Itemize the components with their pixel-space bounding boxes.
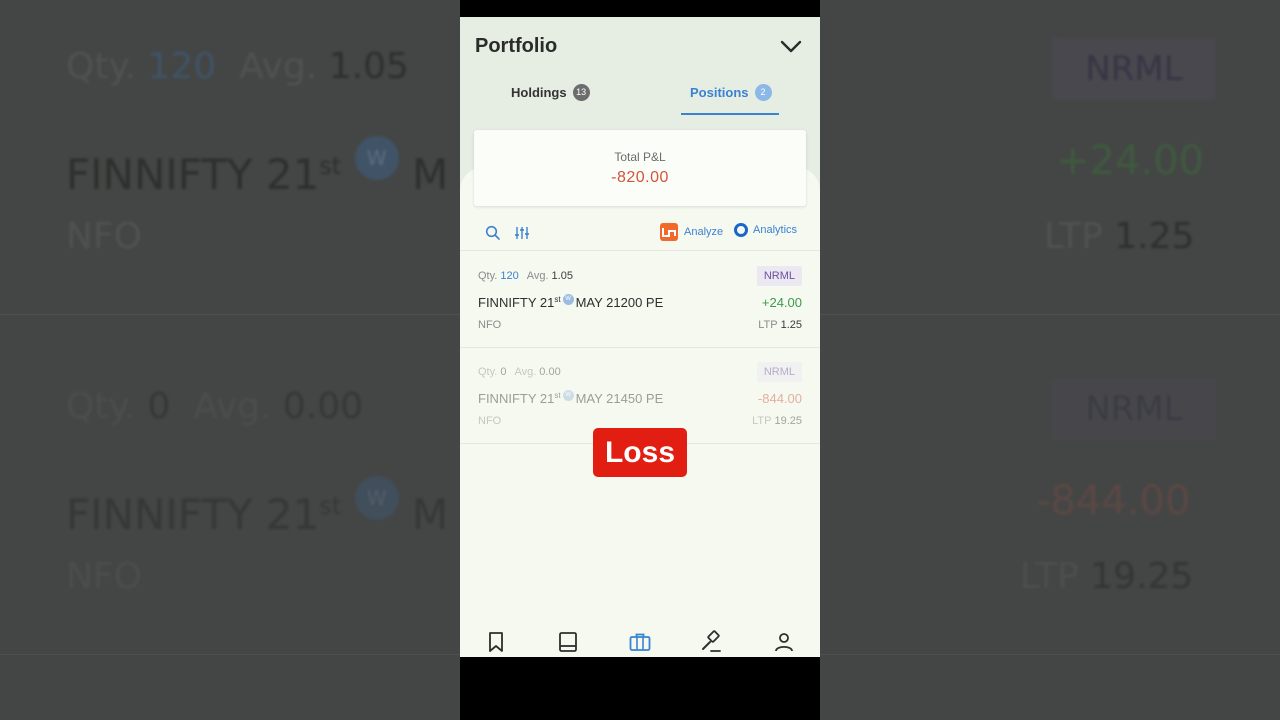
symbol-sup: st	[554, 391, 561, 400]
avg-label: Avg.	[526, 270, 549, 282]
product-chip: NRML	[756, 266, 802, 286]
app-screen: Portfolio Holdings 13 Positions 2 Total …	[460, 17, 820, 657]
exchange-label: NFO	[478, 319, 502, 331]
bg-pnl-1: +24.00	[1056, 138, 1205, 184]
bg-product-chip-1: NRML	[1052, 38, 1216, 100]
avg-value: 0.00	[539, 366, 561, 378]
analyze-label: Analyze	[684, 226, 724, 238]
ltp-line: LTP 19.25	[752, 415, 802, 427]
filter-sliders-icon[interactable]	[514, 225, 530, 241]
chevron-down-icon[interactable]	[778, 36, 804, 58]
bg-ltp-1: LTP 1.25	[1044, 216, 1195, 257]
qty-label: Qty.	[478, 270, 498, 282]
tab-positions-label: Positions	[690, 85, 749, 100]
loss-overlay-label: Loss	[593, 428, 687, 477]
analytics-button[interactable]: Analytics	[734, 223, 797, 237]
tab-holdings[interactable]: Holdings 13	[511, 84, 590, 101]
weekly-badge-icon: W	[562, 294, 574, 305]
analytics-icon	[734, 223, 748, 237]
bg-pnl-2: -844.00	[1036, 478, 1191, 524]
analytics-label: Analytics	[753, 224, 798, 236]
bg-exchange-1: NFO	[66, 216, 142, 257]
analyze-button[interactable]: Analyze	[660, 223, 723, 241]
bg-symbol-line-1: FINNIFTY 21st W M	[66, 136, 448, 199]
qty-value: 0	[500, 366, 507, 378]
ltp-value: 19.25	[774, 415, 802, 427]
symbol-sup: st	[554, 295, 561, 304]
ltp-line: LTP 1.25	[758, 319, 802, 331]
qty-avg-line: Qty. 120 Avg. 1.05	[478, 270, 581, 282]
symbol-rest: MAY 21200 PE	[575, 295, 664, 310]
positions-toolbar: Analyze Analytics	[460, 217, 820, 251]
exchange-label: NFO	[478, 415, 502, 427]
tab-positions[interactable]: Positions 2	[690, 84, 772, 101]
ltp-label: LTP	[758, 319, 778, 331]
phone-frame: Portfolio Holdings 13 Positions 2 Total …	[460, 0, 820, 720]
symbol-text: FINNIFTY 21	[478, 391, 555, 406]
bg-exchange-2: NFO	[66, 556, 142, 597]
total-pnl-label: Total P&L	[614, 150, 666, 164]
bg-qty-line-2: Qty. 0 Avg. 0.00	[66, 386, 364, 427]
position-pnl: -844.00	[757, 391, 802, 406]
briefcase-icon[interactable]	[628, 630, 652, 654]
qty-avg-line: Qty. 0 Avg. 0.00	[478, 366, 569, 378]
instrument-symbol: FINNIFTY 21st W MAY 21200 PE	[478, 294, 663, 310]
ltp-label: LTP	[752, 415, 772, 427]
page-title: Portfolio	[475, 35, 558, 57]
search-icon[interactable]	[485, 225, 501, 241]
bg-ltp-2: LTP 19.25	[1020, 556, 1194, 597]
user-icon[interactable]	[772, 630, 796, 654]
position-row[interactable]: Qty. 120 Avg. 1.05 NRML FINNIFTY 21st W MAY 2…	[460, 252, 820, 348]
bottom-nav	[460, 622, 820, 657]
gavel-icon[interactable]	[700, 630, 724, 654]
ltp-value: 1.25	[780, 319, 802, 331]
total-pnl-value: -820.00	[611, 169, 669, 186]
weekly-badge-icon: W	[562, 390, 574, 401]
avg-value: 1.05	[551, 270, 573, 282]
bg-qty-line-1: Qty. 120 Avg. 1.05	[66, 46, 409, 87]
analyze-icon	[660, 223, 678, 241]
instrument-symbol: FINNIFTY 21st W MAY 21450 PE	[478, 390, 663, 406]
avg-label: Avg.	[514, 366, 537, 378]
bg-symbol-line-2: FINNIFTY 21st W M	[66, 476, 448, 539]
total-pnl-card: Total P&L -820.00	[474, 130, 806, 206]
symbol-rest: MAY 21450 PE	[575, 391, 664, 406]
active-tab-indicator	[681, 113, 779, 115]
positions-count-badge: 2	[754, 84, 772, 101]
product-chip: NRML	[756, 362, 802, 382]
qty-label: Qty.	[478, 366, 498, 378]
bookmark-icon[interactable]	[484, 630, 508, 654]
position-pnl: +24.00	[761, 295, 802, 310]
bg-product-chip-2: NRML	[1052, 378, 1216, 440]
holdings-count-badge: 13	[572, 84, 590, 101]
symbol-text: FINNIFTY 21	[478, 295, 555, 310]
book-icon[interactable]	[556, 630, 580, 654]
qty-value: 120	[500, 270, 519, 282]
tab-holdings-label: Holdings	[511, 85, 567, 100]
